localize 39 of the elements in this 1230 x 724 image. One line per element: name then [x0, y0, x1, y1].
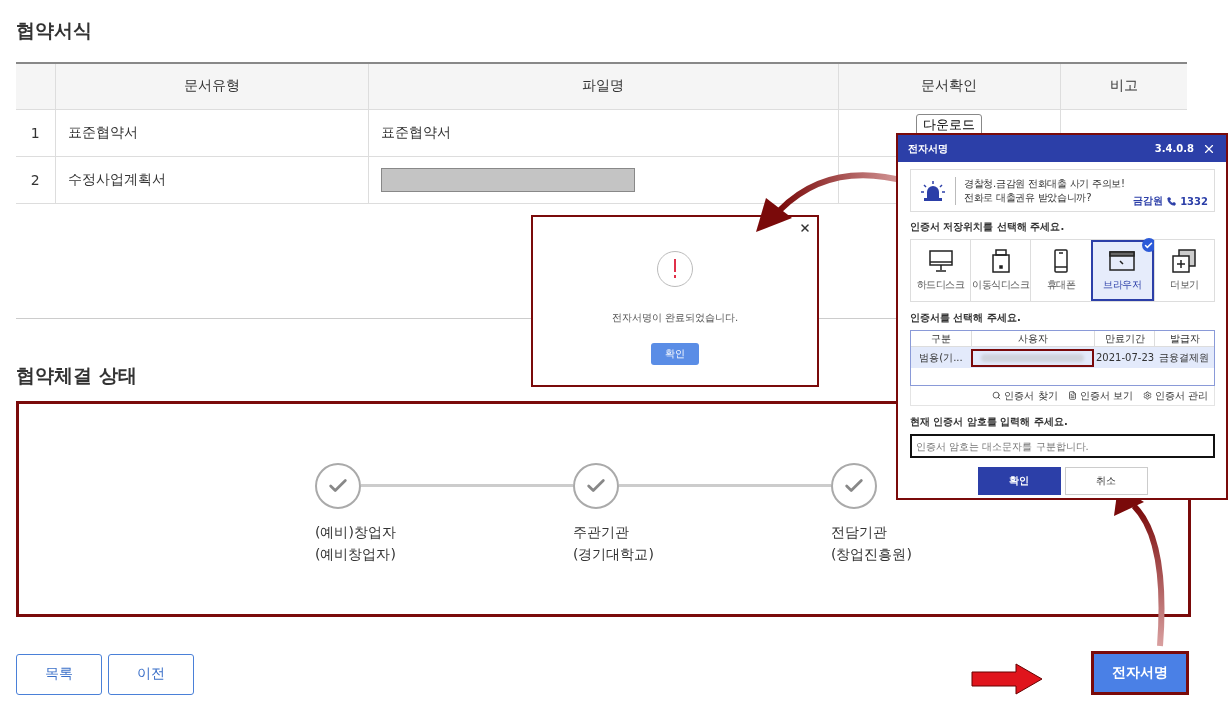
- table-cell: 2: [16, 156, 55, 203]
- column-header: 비고: [1060, 63, 1187, 109]
- phone-number: 1332: [1180, 195, 1208, 207]
- notice-text: 경찰청.금감원 전화대출 사기 주의보! 전화로 대출권유 받았습니까?: [955, 176, 1124, 205]
- storage-option[interactable]: 브라우저: [1090, 240, 1154, 301]
- download-button[interactable]: 다운로드: [916, 113, 982, 136]
- step-label: (예비)창업자 (예비창업자): [315, 522, 397, 564]
- table-cell: 표준협약서: [55, 109, 368, 156]
- notice-org: 금감원: [1133, 194, 1164, 208]
- table-cell-text: 금융결제원: [1158, 350, 1210, 365]
- column-header: 문서유형: [55, 63, 368, 109]
- table-cell: 수정사업계획서: [55, 156, 368, 203]
- section-title: 협약서식: [16, 18, 92, 43]
- version-text: 3.4.0.8: [1154, 143, 1194, 154]
- table-cell-text: 범용(기...: [918, 350, 964, 365]
- section-label: 인증서를 선택해 주세요.: [910, 311, 1021, 325]
- password-field[interactable]: 인증서 암호는 대소문자를 구분합니다.: [910, 434, 1215, 458]
- certificate-link[interactable]: 인증서 찾기: [992, 388, 1058, 403]
- nav-button[interactable]: 이전: [108, 653, 194, 695]
- step-label: 전담기관 (창업진흥원): [831, 522, 913, 564]
- table-cell-text: 2021-07-23: [1095, 352, 1154, 363]
- nav-button[interactable]: 목록: [16, 653, 102, 695]
- table-cell: 표준협약서: [368, 109, 838, 156]
- certificate-row[interactable]: 범용(기... 2021-07-23 금융결제원: [911, 347, 1214, 368]
- dialog-title: 전자서명: [908, 141, 949, 156]
- section-title: 협약체결 상태: [16, 362, 137, 388]
- alert-message: 전자서명이 완료되었습니다.: [611, 311, 739, 325]
- column-header: 파일명: [368, 63, 838, 109]
- cancel-button[interactable]: 취소: [1064, 467, 1148, 495]
- certificate-link[interactable]: 인증서 관리: [1142, 388, 1208, 403]
- storage-option[interactable]: 이동식디스크: [970, 240, 1031, 301]
- sign-button[interactable]: 전자서명: [1091, 651, 1189, 695]
- section-label: 인증서 저장위치를 선택해 주세요.: [910, 220, 1065, 234]
- step-label: 주관기관 (경기대학교): [573, 522, 655, 564]
- table-cell: 1: [16, 109, 55, 156]
- confirm-button[interactable]: 확인: [977, 467, 1061, 495]
- section-label: 현재 인증서 암호를 입력해 주세요.: [910, 415, 1068, 429]
- certificate-link[interactable]: 인증서 보기: [1067, 388, 1133, 403]
- column-header: 문서확인: [838, 63, 1060, 109]
